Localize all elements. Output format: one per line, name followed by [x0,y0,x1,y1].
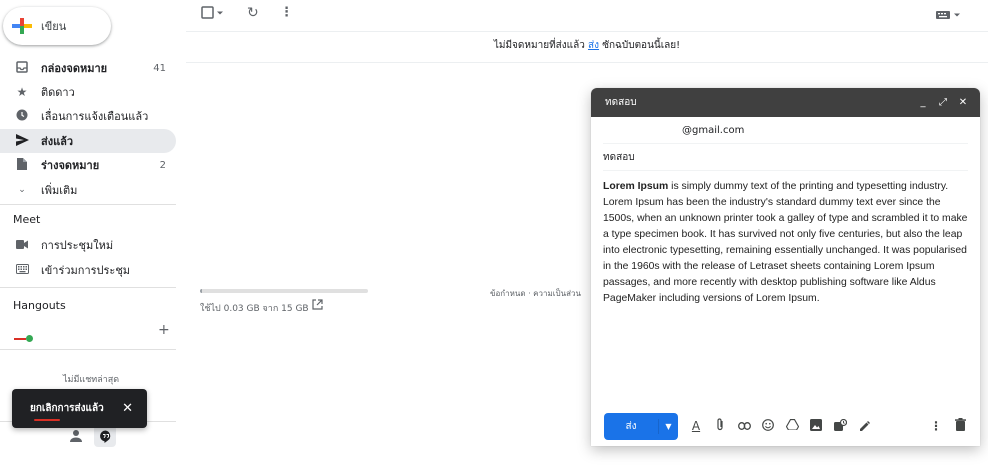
more-vert-icon[interactable]: ⋮ [280,5,293,20]
close-icon[interactable]: ✕ [122,401,133,416]
no-recent-chats: ไม่มีแชทล่าสุด [63,375,120,385]
emoji-icon[interactable] [756,418,780,434]
recipient-value: @gmail.com [682,124,745,136]
clock-icon [11,109,33,124]
signature-icon[interactable] [852,419,876,434]
send-icon [11,133,33,149]
hangouts-section-title: Hangouts [13,299,66,312]
select-checkbox[interactable] [201,6,225,23]
sidebar-item-more[interactable]: ⌄ เพิ่มเติม [0,178,176,202]
divider [0,204,176,205]
text-format-icon[interactable]: A [684,419,708,433]
annotation-underline [34,419,60,421]
hangouts-avatar[interactable] [14,334,36,344]
compose-label: เขียน [41,20,67,33]
undo-snackbar: ยกเลิกการส่งแล้ว ✕ [12,389,147,428]
meet-section-title: Meet [13,213,41,226]
input-tools-icon[interactable] [936,9,962,23]
meet-item-label: เข้าร่วมการประชุม [41,264,131,277]
keyboard-icon [11,263,33,277]
inbox-icon [11,60,33,76]
open-in-new-icon[interactable] [312,299,323,313]
person-icon[interactable] [68,428,84,444]
expand-icon[interactable]: ⤢ [934,97,952,108]
image-icon[interactable] [804,418,828,434]
body-text: is simply dummy text of the printing and… [603,181,968,304]
link-icon[interactable] [732,419,756,433]
meet-item-label: การประชุมใหม่ [41,239,114,252]
refresh-icon[interactable]: ↻ [247,5,259,21]
send-button-label: ส่ง [604,418,659,434]
sidebar-item-drafts[interactable]: ร่างจดหมาย 2 [0,153,176,177]
confidential-icon[interactable] [828,418,852,434]
drive-icon[interactable] [780,419,804,433]
sidebar-item-label: ติดดาว [41,86,75,99]
attach-icon[interactable] [708,418,732,434]
compose-title: ทดสอบ [605,97,637,108]
sidebar-item-label: ร่างจดหมาย [41,159,100,172]
sidebar-item-label: กล่องจดหมาย [41,62,108,75]
sidebar-item-sent[interactable]: ส่งแล้ว [0,129,176,153]
divider [0,287,176,288]
send-link[interactable]: ส่ง [588,40,599,51]
compose-button[interactable]: เขียน [3,7,111,45]
draft-icon [11,157,33,173]
sidebar-item-label: เลื่อนการแจ้งเตือนแล้ว [41,110,149,123]
sidebar-item-starred[interactable]: ★ ติดดาว [0,80,176,104]
sidebar-item-snoozed[interactable]: เลื่อนการแจ้งเตือนแล้ว [0,104,176,128]
trash-icon[interactable] [948,418,972,434]
video-icon [11,238,33,252]
minimize-icon[interactable]: _ [914,97,932,108]
empty-sent-notice: ไม่มีจดหมายที่ส่งแล้ว ส่ง ซักฉบับตอนนี้เ… [186,38,988,53]
meet-item-join-meeting[interactable]: เข้าร่วมการประชุม [0,258,176,282]
divider [0,349,176,350]
divider [186,31,988,32]
hangouts-chat-icon[interactable] [94,425,116,447]
compose-window: ทดสอบ _ ⤢ ✕ @gmail.com ทดสอบ Lorem Ipsum… [591,88,980,446]
footer-links[interactable]: ข้อกำหนด · ความเป็นส่วน [490,287,581,300]
main-toolbar: ↻ ⋮ [186,0,988,30]
compose-header[interactable]: ทดสอบ _ ⤢ ✕ [591,88,980,117]
sidebar-item-inbox[interactable]: กล่องจดหมาย 41 [0,56,176,80]
divider [186,62,988,63]
draft-count: 2 [159,159,166,171]
star-icon: ★ [16,85,28,99]
plus-icon [3,7,41,45]
message-body[interactable]: Lorem Ipsum is simply dummy text of the … [603,179,968,307]
sidebar-item-label: เพิ่มเติม [41,184,78,197]
storage-usage: ใช้ไป 0.03 GB จาก 15 GB [200,304,309,314]
meet-item-new-meeting[interactable]: การประชุมใหม่ [0,233,176,257]
snackbar-message[interactable]: ยกเลิกการส่งแล้ว [30,401,104,416]
notice-text-suffix: ซักฉบับตอนนี้เลย! [602,40,681,51]
storage-bar [200,289,368,293]
subject-value: ทดสอบ [603,151,635,163]
compose-footer: ส่ง ▼ A ⋮ [591,406,980,446]
close-icon[interactable]: ✕ [954,97,972,108]
more-options-icon[interactable]: ⋮ [924,419,948,433]
body-bold-text: Lorem Ipsum [603,181,669,192]
send-options-icon[interactable]: ▼ [659,422,678,431]
unread-count: 41 [153,62,166,74]
notice-text: ไม่มีจดหมายที่ส่งแล้ว [493,40,585,51]
sidebar-item-label: ส่งแล้ว [41,135,74,148]
recipient-field[interactable]: @gmail.com [603,117,968,144]
send-button[interactable]: ส่ง ▼ [604,412,678,440]
subject-field[interactable]: ทดสอบ [603,144,968,171]
chevron-down-icon: ⌄ [18,185,26,195]
add-chat-button[interactable]: + [158,322,170,338]
storage-bar-fill [200,289,202,293]
